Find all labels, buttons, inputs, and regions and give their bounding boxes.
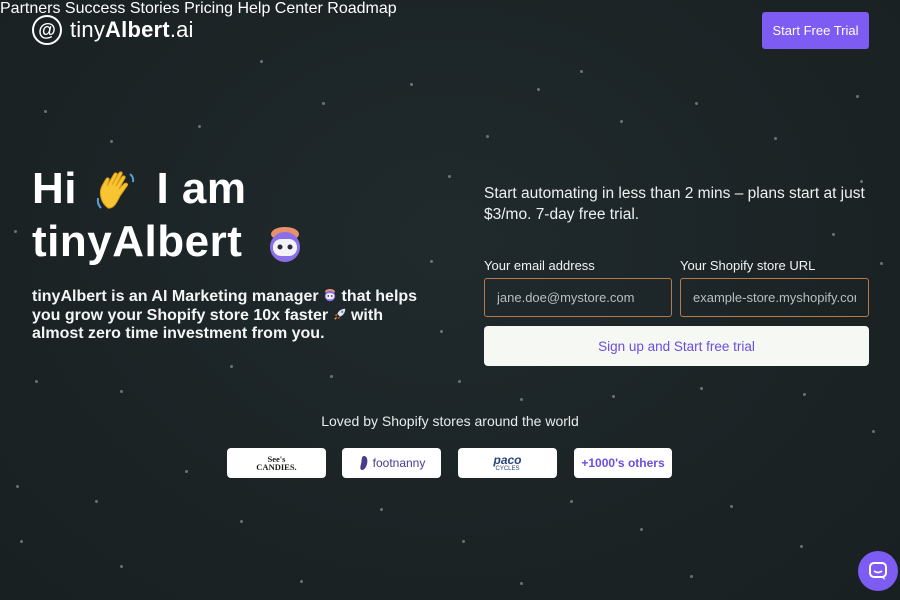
paco-cycles-logo: paco CYCLES [458,448,557,478]
robot-face-icon [270,227,301,263]
nav-help-center[interactable]: Help Center [237,0,322,17]
rocket-icon [333,308,345,320]
brand-name: tinyAlbert.ai [70,17,194,42]
social-proof-heading: Loved by Shopify stores around the world [321,413,579,429]
email-input[interactable] [484,278,672,317]
site-header: @ tinyAlbert.ai Partners Success Stories… [0,0,900,62]
signup-submit-button[interactable]: Sign up and Start free trial [484,326,869,366]
brand-logo[interactable]: @ tinyAlbert.ai [32,15,194,45]
robot-face-icon [324,289,336,302]
more-stores-badge: +1000's others [574,448,672,478]
chat-bubble-icon [869,562,887,580]
store-url-input[interactable] [680,278,869,317]
hero-description: tinyAlbert is an AI Marketing manager th… [32,288,418,342]
foot-icon [359,456,368,470]
sees-candies-logo: See's CANDIES. [227,448,326,478]
landing-page: @ tinyAlbert.ai Partners Success Stories… [0,0,900,600]
footnanny-logo: footnanny [342,448,441,478]
signup-intro: Start automating in less than 2 mins – p… [484,185,865,223]
at-sign-logo-icon: @ [32,15,62,45]
nav-roadmap[interactable]: Roadmap [327,0,396,17]
start-free-trial-button[interactable]: Start Free Trial [762,12,869,49]
chat-launcher-button[interactable] [858,551,898,591]
store-url-label: Your Shopify store URL [680,258,816,273]
waving-hand-icon [96,171,134,210]
hero-title: Hi I am tinyAlbert [32,162,305,268]
email-label: Your email address [484,258,595,273]
